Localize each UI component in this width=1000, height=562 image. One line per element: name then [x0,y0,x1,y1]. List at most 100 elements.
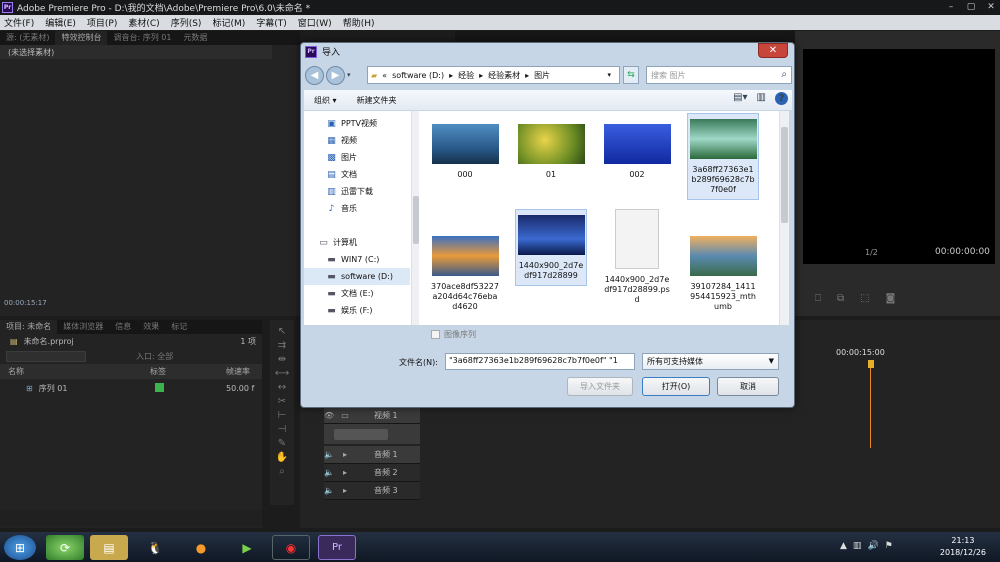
cancel-button[interactable]: 取消 [717,377,779,396]
maximize-icon[interactable]: ▢ [960,0,982,15]
lock-icon[interactable]: ▸ [340,450,350,459]
file-item[interactable]: 1440x900_2d7edf917d28899 [515,209,587,286]
firefox-icon[interactable]: ● [182,535,220,560]
column-label[interactable]: 标签 [150,366,226,377]
file-scroll-thumb[interactable] [781,127,788,223]
address-dropdown-icon[interactable]: ▾ [607,71,611,79]
qq-icon[interactable]: 🐧 [136,535,174,560]
ripple-edit-icon[interactable]: ⇹ [278,354,286,365]
menu-marker[interactable]: 标记(M) [212,16,245,29]
tab-project[interactable]: 项目: 未命名 [0,320,58,334]
start-button[interactable]: ⊞ [4,535,36,560]
search-icon[interactable]: ⌕ [781,69,787,80]
file-item[interactable]: 000 [429,119,501,180]
file-scrollbar[interactable] [779,111,789,325]
nav-item[interactable]: ▬ software (D:) [304,268,410,285]
project-item-row[interactable]: ⊞ 序列 01 50.00 f [0,379,262,397]
record-icon[interactable]: ◉ [272,535,310,560]
image-sequence-option[interactable]: 图像序列 [431,329,476,340]
volume-icon[interactable]: 🔊 [867,541,878,551]
column-fps[interactable]: 帧速率 [226,366,250,377]
image-sequence-checkbox[interactable] [431,330,440,339]
breadcrumb-overflow[interactable]: « [382,71,387,80]
track-audio-1[interactable]: 🔈 ▸ 音频 1 [324,446,420,464]
nav-item[interactable]: ▩ 图片 [304,149,410,166]
tray-arrow-icon[interactable]: ▲ [840,541,847,551]
nav-item[interactable]: ♪ 音乐 [304,200,410,217]
premiere-taskbar-icon[interactable]: Pr [318,535,356,560]
nav-scrollbar[interactable] [411,111,419,325]
selection-tool-icon[interactable]: ↖ [278,326,286,337]
zoom-level[interactable]: 1/2 [865,248,878,257]
menu-edit[interactable]: 编辑(E) [45,16,76,29]
breadcrumb-drive[interactable]: software (D:) [392,71,444,80]
filetype-select[interactable]: 所有可支持媒体 ▼ [642,353,779,370]
rate-stretch-icon[interactable]: ↔ [278,382,286,393]
tab-effect-controls[interactable]: 特效控制台 [55,31,108,45]
search-input[interactable]: 搜索 图片 ⌕ [646,66,792,84]
track-audio-2[interactable]: 🔈 ▸ 音频 2 [324,464,420,482]
tab-audio-mixer[interactable]: 调音台: 序列 01 [107,31,177,45]
column-name[interactable]: 名称 [0,366,150,377]
video-track-keyframes[interactable] [334,428,388,440]
filename-input[interactable]: "3a68ff27363e1b289f69628c7b7f0e0f" "1 [445,353,635,370]
file-item[interactable]: 370ace8df53227a204d64c76ebad4620 [429,231,501,312]
network-icon[interactable]: ▥ [853,541,862,551]
lock-icon[interactable]: ▭ [340,411,350,420]
file-item[interactable]: 01 [515,119,587,180]
speaker-icon[interactable]: 🔈 [324,468,334,477]
expand-icon[interactable]: ▸ [340,486,350,495]
lift-icon[interactable]: ⧉ [837,293,844,304]
import-folder-button[interactable]: 导入文件夹 [567,377,633,396]
nav-item[interactable]: ▣ PPTV视频 [304,115,410,132]
help-icon[interactable]: ? [775,92,788,105]
new-folder-button[interactable]: 新建文件夹 [347,95,407,106]
tab-media-browser[interactable]: 媒体浏览器 [57,320,109,334]
refresh-icon[interactable]: ⇆ [623,66,639,84]
360-browser-icon[interactable]: ⟳ [46,535,84,560]
open-button[interactable]: 打开(O) [642,377,710,396]
inpoint-filter[interactable]: 入口: 全部 [136,351,173,362]
nav-item[interactable]: ▬ 娱乐 (F:) [304,302,410,319]
file-item[interactable]: 39107284_1411954415923_mthumb [687,231,759,312]
history-dropdown-icon[interactable]: ▾ [347,71,351,79]
rolling-edit-icon[interactable]: ⟷ [275,368,289,379]
razor-icon[interactable]: ✂ [278,396,286,407]
view-mode-icon[interactable]: ▤▾ [733,92,747,105]
camera-icon[interactable]: ◙ [886,293,896,304]
organize-button[interactable]: 组织 ▾ [304,95,347,106]
menu-project[interactable]: 项目(P) [87,16,117,29]
menu-title[interactable]: 字幕(T) [256,16,287,29]
flag-icon[interactable]: ⚑ [885,541,893,551]
nav-item[interactable]: ▭ 计算机 [304,234,410,251]
nav-item[interactable]: ▦ 视频 [304,132,410,149]
playhead-marker[interactable] [868,360,874,368]
nav-item[interactable]: ▥ 迅雷下载 [304,183,410,200]
extract-icon[interactable]: ⬚ [860,293,869,304]
menu-help[interactable]: 帮助(H) [343,16,375,29]
tab-info[interactable]: 信息 [109,320,137,334]
track-video-1[interactable]: 👁 ▭ 视频 1 [324,408,420,424]
taskbar-clock[interactable]: 21:13 2018/12/26 [940,535,986,559]
file-item[interactable]: 002 [601,119,673,180]
file-item[interactable]: 3a68ff27363e1b289f69628c7b7f0e0f [687,113,759,200]
preview-pane-icon[interactable]: ▥ [757,92,766,105]
dialog-close-button[interactable]: ✕ [758,43,788,58]
forward-arrow-icon[interactable]: ▶ [326,65,345,85]
menu-clip[interactable]: 素材(C) [128,16,159,29]
tab-effects[interactable]: 效果 [137,320,165,334]
zoom-icon[interactable]: ⌕ [279,466,285,477]
breadcrumb-folder-2[interactable]: 经验素材 [488,70,520,81]
back-arrow-icon[interactable]: ◀ [305,65,324,85]
tab-source[interactable]: 源: (无素材) [0,31,55,45]
slide-icon[interactable]: ⊣ [278,424,287,435]
menu-sequence[interactable]: 序列(S) [171,16,202,29]
breadcrumb-folder-3[interactable]: 图片 [534,70,550,81]
breadcrumb-folder-1[interactable]: 经验 [458,70,474,81]
tab-markers[interactable]: 标记 [165,320,193,334]
close-icon[interactable]: ✕ [980,0,1000,15]
hand-icon[interactable]: ✋ [276,452,288,463]
export-frame-icon[interactable]: ⎕ [815,293,821,304]
track-audio-3[interactable]: 🔈 ▸ 音频 3 [324,482,420,500]
menu-file[interactable]: 文件(F) [4,16,34,29]
